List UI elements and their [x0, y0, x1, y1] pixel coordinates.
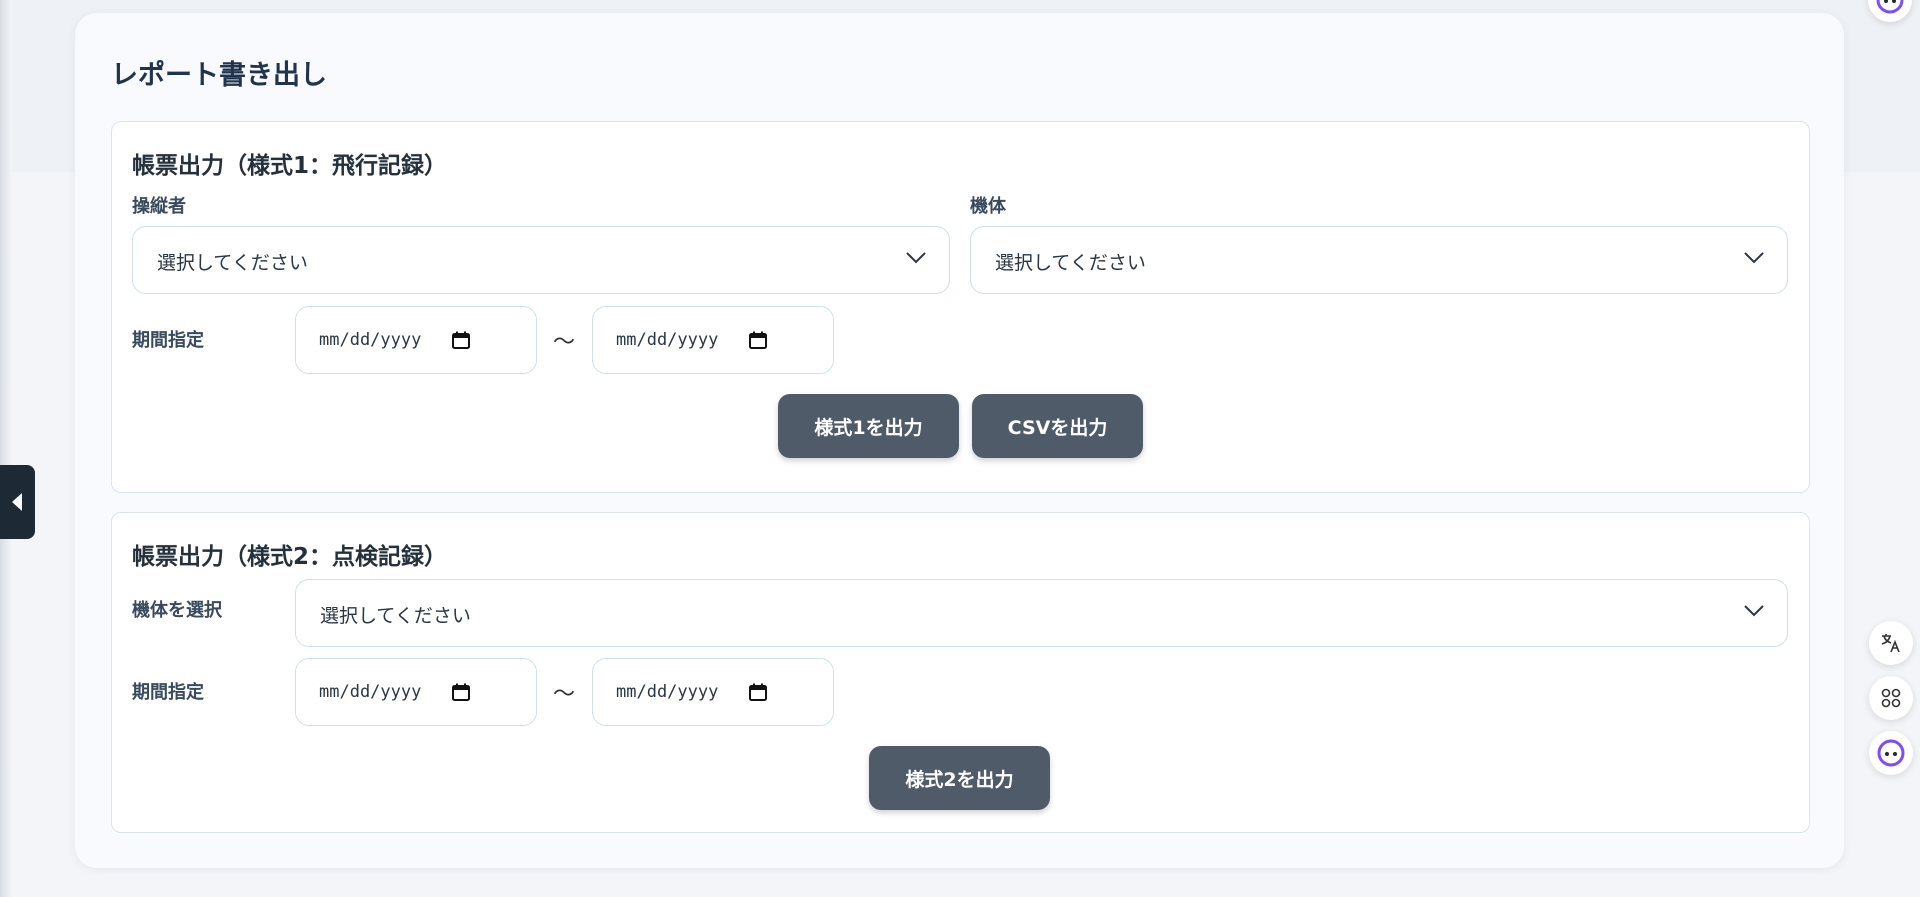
page-title: レポート書き出し [111, 60, 327, 91]
translate-icon [1881, 634, 1900, 653]
form2-period-label: 期間指定 [132, 682, 204, 703]
export-form2-button[interactable]: 様式2を出力 [869, 746, 1050, 810]
period-label: 期間指定 [132, 330, 204, 351]
aircraft-select-label: 機体を選択 [132, 600, 222, 621]
assistant-button[interactable] [1869, 731, 1913, 775]
assistant-face-icon [1877, 739, 1905, 767]
aircraft-select[interactable]: 選択してください [970, 226, 1788, 294]
date-from-placeholder: mm/dd/yyyy [319, 330, 422, 350]
aircraft-select-value: 選択してください [995, 252, 1146, 274]
chevron-down-icon [906, 252, 926, 264]
form2-date-to-placeholder: mm/dd/yyyy [616, 682, 719, 702]
form2-aircraft-select-value: 選択してください [320, 605, 471, 627]
form2-panel: 帳票出力（様式2：点検記録） 機体を選択 選択してください 期間指定 mm/dd… [111, 512, 1810, 833]
aircraft-label: 機体 [970, 196, 1006, 217]
form2-aircraft-select[interactable]: 選択してください [295, 579, 1788, 647]
operator-select-value: 選択してください [157, 252, 308, 274]
date-to-input[interactable]: mm/dd/yyyy [592, 306, 834, 374]
form2-date-from-input[interactable]: mm/dd/yyyy [295, 658, 537, 726]
operator-label: 操縦者 [132, 196, 186, 217]
chevron-down-icon [1744, 252, 1764, 264]
calendar-icon[interactable] [452, 331, 470, 349]
chevron-down-icon [1744, 605, 1764, 617]
date-to-placeholder: mm/dd/yyyy [616, 330, 719, 350]
caret-left-icon [12, 493, 22, 511]
assistant-face-icon [1876, 0, 1904, 14]
form2-date-from-placeholder: mm/dd/yyyy [319, 682, 422, 702]
apps-icon [1881, 688, 1901, 708]
calendar-icon[interactable] [452, 683, 470, 701]
page: レポート書き出し 帳票出力（様式1：飛行記録） 操縦者 選択してください 機体 … [0, 0, 1920, 897]
translate-button[interactable] [1869, 621, 1913, 665]
left-edge-shadow [0, 0, 12, 897]
calendar-icon[interactable] [749, 683, 767, 701]
range-separator: 〜 [553, 330, 576, 355]
form2-date-to-input[interactable]: mm/dd/yyyy [592, 658, 834, 726]
export-csv-button[interactable]: CSVを出力 [972, 394, 1143, 458]
export-form1-button[interactable]: 様式1を出力 [778, 394, 959, 458]
sidebar-toggle-button[interactable] [0, 465, 35, 539]
report-export-card: レポート書き出し 帳票出力（様式1：飛行記録） 操縦者 選択してください 機体 … [75, 13, 1844, 868]
operator-select[interactable]: 選択してください [132, 226, 950, 294]
form1-title: 帳票出力（様式1：飛行記録） [132, 153, 448, 179]
calendar-icon[interactable] [749, 331, 767, 349]
date-from-input[interactable]: mm/dd/yyyy [295, 306, 537, 374]
form1-panel: 帳票出力（様式1：飛行記録） 操縦者 選択してください 機体 選択してください … [111, 121, 1810, 493]
form2-range-separator: 〜 [553, 682, 576, 707]
form2-title: 帳票出力（様式2：点検記録） [132, 544, 448, 570]
apps-button[interactable] [1869, 676, 1913, 720]
